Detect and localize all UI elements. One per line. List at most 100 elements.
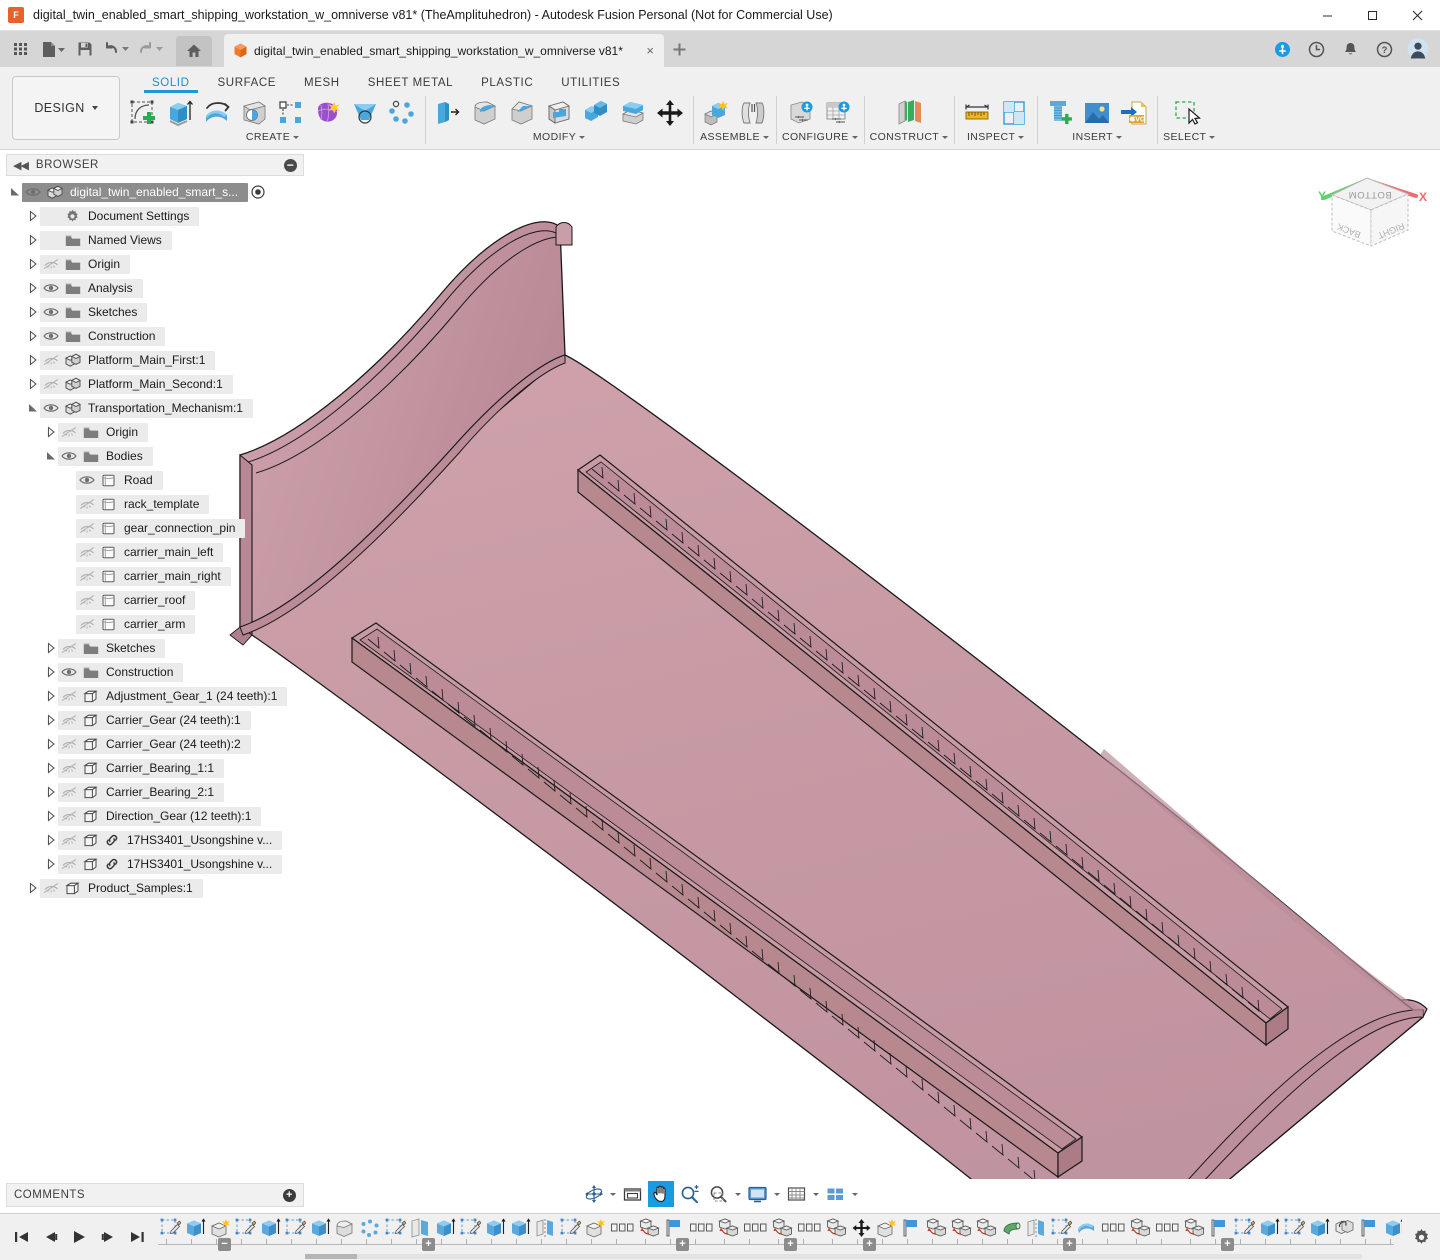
measure-icon[interactable]	[960, 95, 994, 131]
tree-item-chip[interactable]: Adjustment_Gear_1 (24 teeth):1	[58, 687, 287, 706]
tree-item-rack-template[interactable]: rack_template	[0, 492, 310, 516]
visibility-off-icon[interactable]	[40, 378, 62, 390]
visibility-off-icon[interactable]	[58, 426, 80, 438]
notifications-bell-icon[interactable]	[1334, 31, 1366, 67]
tab-solid[interactable]: SOLID	[138, 77, 204, 93]
help-icon[interactable]: ?	[1368, 31, 1400, 67]
insert-canvas-icon[interactable]	[1080, 95, 1114, 131]
visibility-off-icon[interactable]	[76, 546, 98, 558]
tree-item-document-settings[interactable]: Document Settings	[0, 204, 310, 228]
redo-icon[interactable]	[134, 31, 168, 67]
expand-arrow-closed-icon[interactable]	[26, 210, 40, 222]
orbit-dropdown[interactable]	[609, 1181, 617, 1207]
timeline-feature-as-built-joint[interactable]	[1182, 1214, 1207, 1254]
timeline-group-marker[interactable]: +	[422, 1238, 435, 1251]
activate-component-radio[interactable]	[248, 185, 268, 199]
timeline-feature-flag[interactable]	[1357, 1214, 1382, 1254]
tree-item-digital-twin-enabled-smart-s[interactable]: digital_twin_enabled_smart_s...	[0, 180, 310, 204]
close-icon[interactable]: ×	[646, 44, 654, 57]
tree-item-carrier-main-right[interactable]: carrier_main_right	[0, 564, 310, 588]
expand-arrow-closed-icon[interactable]	[26, 258, 40, 270]
visibility-off-icon[interactable]	[58, 834, 80, 846]
visibility-on-icon[interactable]	[76, 474, 98, 486]
tree-item-chip[interactable]: carrier_main_left	[76, 543, 223, 562]
display-settings-icon[interactable]	[744, 1181, 771, 1207]
extrude-icon[interactable]	[163, 95, 197, 131]
configuration-icon[interactable]	[784, 95, 818, 131]
tree-item-chip[interactable]: Direction_Gear (12 teeth):1	[58, 807, 261, 826]
tree-item-carrier-roof[interactable]: carrier_roof	[0, 588, 310, 612]
zoom-window-icon[interactable]	[705, 1181, 732, 1207]
timeline-feature-extrude[interactable]	[308, 1214, 333, 1254]
minimize-button[interactable]	[1305, 0, 1350, 31]
visibility-off-icon[interactable]	[76, 498, 98, 510]
tree-item-chip[interactable]: Carrier_Gear (24 teeth):2	[58, 735, 251, 754]
expand-arrow-open-icon[interactable]	[44, 450, 58, 462]
visibility-off-icon[interactable]	[40, 258, 62, 270]
tree-item-gear-connection-pin[interactable]: gear_connection_pin	[0, 516, 310, 540]
revolve-icon[interactable]	[200, 95, 234, 131]
tree-item-carrier-bearing-1-1[interactable]: Carrier_Bearing_1:1	[0, 756, 310, 780]
move-copy-icon[interactable]	[653, 95, 687, 131]
tree-item-chip[interactable]: Origin	[58, 423, 148, 442]
timeline-feature-fillet[interactable]	[333, 1214, 358, 1254]
new-component-icon[interactable]	[699, 95, 733, 131]
collapse-browser-icon[interactable]: ◀◀	[13, 159, 28, 172]
visibility-off-icon[interactable]	[40, 882, 62, 894]
timeline-marker-current[interactable]: −	[218, 1238, 231, 1251]
timeline-settings-gear-icon[interactable]	[1402, 1228, 1440, 1247]
tab-plastic[interactable]: PLASTIC	[467, 77, 547, 93]
timeline-feature-revolve-new[interactable]	[874, 1214, 899, 1254]
timeline-feature-sketch[interactable]	[283, 1214, 308, 1254]
minimize-browser-icon[interactable]: −	[284, 159, 297, 172]
tree-item-analysis[interactable]: Analysis	[0, 276, 310, 300]
timeline-group-marker[interactable]: +	[863, 1238, 876, 1251]
tree-item-chip[interactable]: Transportation_Mechanism:1	[40, 399, 253, 418]
expand-arrow-closed-icon[interactable]	[26, 306, 40, 318]
visibility-on-icon[interactable]	[22, 186, 44, 198]
timeline-feature-sketch[interactable]	[158, 1214, 183, 1254]
tree-item-chip[interactable]: Road	[76, 471, 163, 490]
tree-item-chip[interactable]: Document Settings	[40, 207, 199, 226]
timeline-feature-hole-group[interactable]	[1099, 1214, 1128, 1254]
maximize-button[interactable]	[1350, 0, 1395, 31]
timeline-feature-as-built-joint[interactable]	[716, 1214, 741, 1254]
tree-item-chip[interactable]: digital_twin_enabled_smart_s...	[22, 183, 248, 202]
insert-svg-icon[interactable]: SVG	[1117, 95, 1151, 131]
expand-arrow-closed-icon[interactable]	[44, 762, 58, 774]
timeline-feature-as-built-joint[interactable]	[1128, 1214, 1153, 1254]
expand-arrow-closed-icon[interactable]	[26, 234, 40, 246]
tree-item-carrier-arm[interactable]: carrier_arm	[0, 612, 310, 636]
tree-item-product-samples-1[interactable]: Product_Samples:1	[0, 876, 310, 900]
tree-item-17hs3401-usongshine-v[interactable]: 17HS3401_Usongshine v...	[0, 852, 310, 876]
visibility-on-icon[interactable]	[58, 666, 80, 678]
tab-sheet-metal[interactable]: SHEET METAL	[354, 77, 467, 93]
visibility-off-icon[interactable]	[76, 618, 98, 630]
tree-item-chip[interactable]: Construction	[58, 663, 183, 682]
tree-item-chip[interactable]: Sketches	[58, 639, 165, 658]
tree-item-adjustment-gear-1-24-teeth-1[interactable]: Adjustment_Gear_1 (24 teeth):1	[0, 684, 310, 708]
add-tab-button[interactable]	[664, 31, 694, 67]
tree-item-chip[interactable]: Construction	[40, 327, 165, 346]
look-at-icon[interactable]	[619, 1181, 646, 1207]
visibility-off-icon[interactable]	[76, 594, 98, 606]
rectangular-pattern-icon[interactable]	[274, 95, 308, 131]
timeline-feature-extrude[interactable]	[1257, 1214, 1282, 1254]
expand-arrow-closed-icon[interactable]	[44, 690, 58, 702]
tree-item-direction-gear-12-teeth-1[interactable]: Direction_Gear (12 teeth):1	[0, 804, 310, 828]
timeline-feature-sweep[interactable]	[1074, 1214, 1099, 1254]
tree-item-chip[interactable]: Carrier_Bearing_2:1	[58, 783, 224, 802]
grid-dropdown[interactable]	[812, 1181, 820, 1207]
timeline-feature-sketch[interactable]	[558, 1214, 583, 1254]
tab-utilities[interactable]: UTILITIES	[547, 77, 634, 93]
timeline-feature-sketch[interactable]	[1282, 1214, 1307, 1254]
viewports-icon[interactable]	[822, 1181, 849, 1207]
home-button[interactable]	[176, 36, 212, 66]
viewports-dropdown[interactable]	[851, 1181, 859, 1207]
tree-item-road[interactable]: Road	[0, 468, 310, 492]
undo-icon[interactable]	[100, 31, 134, 67]
step-back-icon[interactable]	[37, 1222, 63, 1252]
tree-item-carrier-main-left[interactable]: carrier_main_left	[0, 540, 310, 564]
panel-title-configure[interactable]: CONFIGURE	[782, 131, 858, 143]
pan-icon[interactable]	[648, 1181, 674, 1207]
